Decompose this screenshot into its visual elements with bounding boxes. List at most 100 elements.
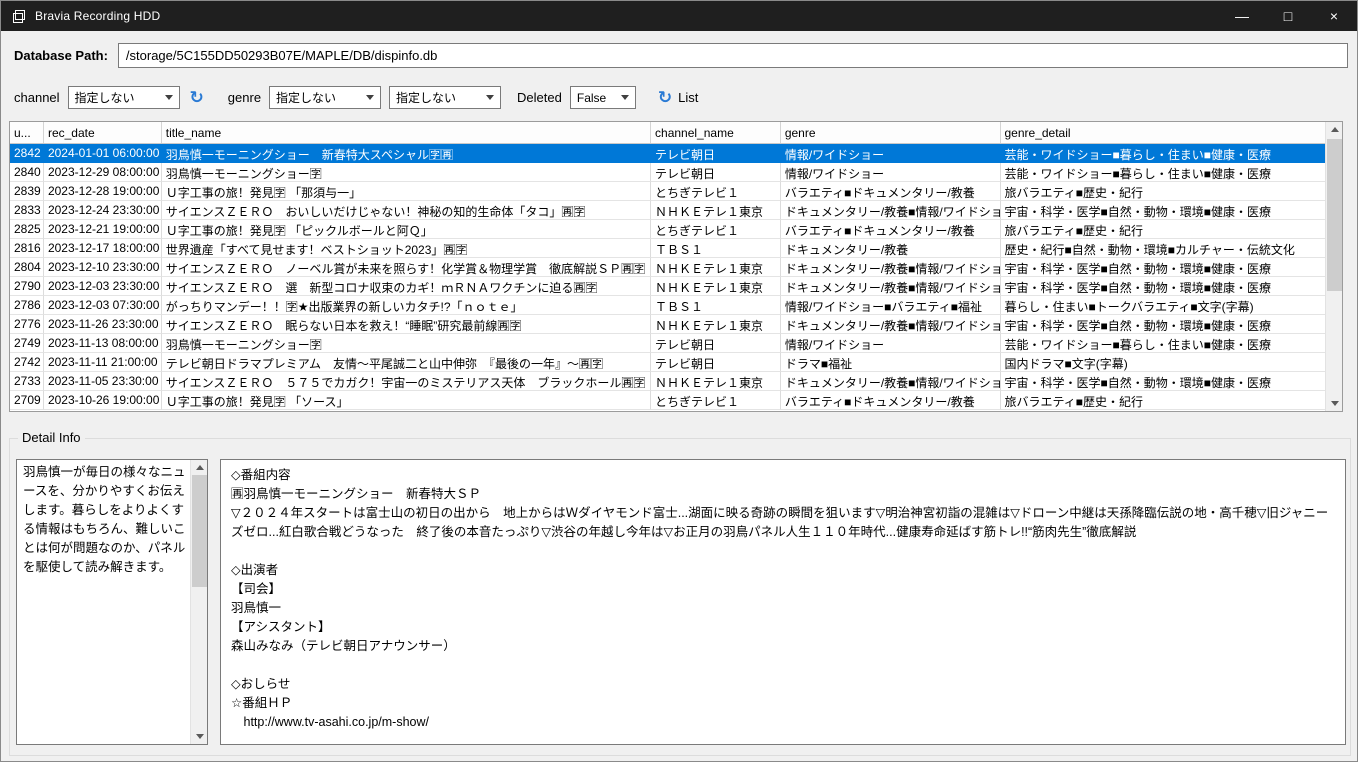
column-header-rec-date[interactable]: rec_date xyxy=(44,122,162,143)
table-row[interactable]: 2804 2023-12-10 23:30:00 サイエンスＺＥＲＯ ノーベル賞… xyxy=(10,258,1325,277)
cell-rec-date: 2023-12-28 19:00:00 xyxy=(43,182,162,201)
cell-title-name: テレビ朝日ドラマプレミアム 友情～平尾誠二と山中伸弥 『最後の一年』～🈞🈑 xyxy=(161,353,652,372)
table-row[interactable]: 2733 2023-11-05 23:30:00 サイエンスＺＥＲＯ ５７５でカ… xyxy=(10,372,1325,391)
cell-title-name: サイエンスＺＥＲＯ ノーベル賞が未来を照らす！化学賞＆物理学賞 徹底解説ＳＰ🈞🈑 xyxy=(161,258,652,277)
summary-textbox[interactable]: 羽鳥慎一が毎日の様々なニュースを、分かりやすくお伝えします。暮らしをよりよくする… xyxy=(16,459,208,745)
cell-channel-name: ＮＨＫＥテレ１東京 xyxy=(651,258,781,277)
cell-rec-date: 2023-12-17 18:00:00 xyxy=(43,239,162,258)
column-header-genre[interactable]: genre xyxy=(781,122,1001,143)
scroll-up-icon[interactable] xyxy=(1326,122,1342,137)
cell-genre: ドラマ■福祉 xyxy=(780,353,1001,372)
cell-genre: ドキュメンタリー/教養 xyxy=(780,239,1001,258)
cell-genre-detail: 宇宙・科学・医学■自然・動物・環境■健康・医療 xyxy=(1000,277,1325,296)
column-header-genre-detail[interactable]: genre_detail xyxy=(1001,122,1326,143)
cell-genre-detail: 宇宙・科学・医学■自然・動物・環境■健康・医療 xyxy=(1000,258,1325,277)
cell-genre: ドキュメンタリー/教養■情報/ワイドショー xyxy=(780,315,1001,334)
database-path-input[interactable]: /storage/5C155DD50293B07E/MAPLE/DB/dispi… xyxy=(117,43,1348,68)
database-path-row: Database Path: /storage/5C155DD50293B07E… xyxy=(14,43,1348,68)
table-body: 2842 2024-01-01 06:00:00 羽鳥慎一モーニングショー 新春… xyxy=(10,144,1325,411)
cell-rec-date: 2023-12-03 23:30:00 xyxy=(43,277,162,296)
summary-scrollbar-thumb[interactable] xyxy=(192,475,207,587)
cell-channel-name: ＮＨＫＥテレ１東京 xyxy=(651,315,781,334)
scroll-up-icon[interactable] xyxy=(191,460,208,475)
table-row[interactable]: 2786 2023-12-03 07:30:00 がっちりマンデー！！🈑★出版業… xyxy=(10,296,1325,315)
list-button[interactable]: ↻ List xyxy=(658,89,698,106)
scroll-down-icon[interactable] xyxy=(191,729,208,744)
cell-genre-detail: 旅バラエティ■歴史・紀行 xyxy=(1000,182,1325,201)
cell-uid: 2833 xyxy=(10,201,44,220)
cell-title-name: Ｕ字工事の旅！発見🈑 「ピックルボールと阿Ｑ」 xyxy=(161,220,652,239)
cell-genre: ドキュメンタリー/教養■情報/ワイドショー xyxy=(780,258,1001,277)
window-controls: — □ × xyxy=(1219,1,1357,31)
cell-title-name: サイエンスＺＥＲＯ ５７５でカガク！宇宙一のミステリアス天体 ブラックホール🈞🈑 xyxy=(161,372,652,391)
cell-genre: 情報/ワイドショー xyxy=(780,334,1001,353)
cell-rec-date: 2023-11-26 23:30:00 xyxy=(43,315,162,334)
detail-info-group: Detail Info 羽鳥慎一が毎日の様々なニュースを、分かりやすくお伝えしま… xyxy=(9,430,1351,756)
description-text: ◇番組内容 🈞羽鳥慎一モーニングショー 新春特大ＳＰ ▽２０２４年スタートは富士… xyxy=(231,468,1329,729)
cell-channel-name: ＮＨＫＥテレ１東京 xyxy=(651,201,781,220)
table-row[interactable]: 2776 2023-11-26 23:30:00 サイエンスＺＥＲＯ 眠らない日… xyxy=(10,315,1325,334)
cell-title-name: サイエンスＺＥＲＯ おいしいだけじゃない！神秘の知的生命体「タコ」🈞🈑 xyxy=(161,201,652,220)
description-textbox[interactable]: ◇番組内容 🈞羽鳥慎一モーニングショー 新春特大ＳＰ ▽２０２４年スタートは富士… xyxy=(220,459,1346,745)
cell-uid: 2749 xyxy=(10,334,44,353)
channel-select[interactable]: 指定しない xyxy=(67,86,180,109)
chevron-down-icon xyxy=(620,95,629,100)
cell-genre-detail: 芸能・ワイドショー■暮らし・住まい■健康・医療 xyxy=(1000,163,1325,182)
cell-rec-date: 2023-12-10 23:30:00 xyxy=(43,258,162,277)
list-button-label: List xyxy=(678,90,699,105)
table-row[interactable]: 2825 2023-12-21 19:00:00 Ｕ字工事の旅！発見🈑 「ピック… xyxy=(10,220,1325,239)
cell-genre: ドキュメンタリー/教養■情報/ワイドショー xyxy=(780,372,1001,391)
table-row[interactable]: 2833 2023-12-24 23:30:00 サイエンスＺＥＲＯ おいしいだ… xyxy=(10,201,1325,220)
cell-uid: 2742 xyxy=(10,353,44,372)
scroll-down-icon[interactable] xyxy=(1326,396,1342,411)
cell-channel-name: テレビ朝日 xyxy=(651,163,781,182)
table-header-row: u... rec_date title_name channel_name ge… xyxy=(10,122,1325,144)
cell-rec-date: 2023-12-03 07:30:00 xyxy=(43,296,162,315)
table-row[interactable]: 2840 2023-12-29 08:00:00 羽鳥慎一モーニングショー🈑 テ… xyxy=(10,163,1325,182)
recordings-table: u... rec_date title_name channel_name ge… xyxy=(9,121,1343,412)
cell-channel-name: とちぎテレビ１ xyxy=(651,391,781,410)
cell-title-name: 世界遺産「すべて見せます！ベストショット2023」🈞🈑 xyxy=(161,239,652,258)
genre-select[interactable]: 指定しない xyxy=(269,86,382,109)
cell-title-name: サイエンスＺＥＲＯ 眠らない日本を救え！“睡眠”研究最前線🈞🈑 xyxy=(161,315,652,334)
cell-rec-date: 2023-11-05 23:30:00 xyxy=(43,372,162,391)
detail-info-label: Detail Info xyxy=(18,430,85,445)
genre-detail-select-value: 指定しない xyxy=(396,91,457,105)
list-refresh-icon: ↻ xyxy=(657,88,673,107)
table-row[interactable]: 2709 2023-10-26 19:00:00 Ｕ字工事の旅！発見🈑 「ソース… xyxy=(10,391,1325,410)
channel-refresh-button[interactable]: ↻ xyxy=(190,89,204,106)
table-row[interactable]: 2742 2023-11-11 21:00:00 テレビ朝日ドラマプレミアム 友… xyxy=(10,353,1325,372)
table-row[interactable]: 2842 2024-01-01 06:00:00 羽鳥慎一モーニングショー 新春… xyxy=(10,144,1325,163)
cell-genre: 情報/ワイドショー xyxy=(780,144,1001,163)
window-title: Bravia Recording HDD xyxy=(35,9,161,23)
table-row[interactable]: 2839 2023-12-28 19:00:00 Ｕ字工事の旅！発見🈑 「那須与… xyxy=(10,182,1325,201)
cell-channel-name: ＴＢＳ１ xyxy=(651,296,781,315)
close-button[interactable]: × xyxy=(1311,1,1357,31)
cell-genre-detail: 国内ドラマ■文字(字幕) xyxy=(1000,353,1325,372)
cell-genre: バラエティ■ドキュメンタリー/教養 xyxy=(780,391,1001,410)
column-header-uid[interactable]: u... xyxy=(10,122,44,143)
cell-title-name: Ｕ字工事の旅！発見🈑 「那須与一」 xyxy=(161,182,652,201)
maximize-button[interactable]: □ xyxy=(1265,1,1311,31)
cell-uid: 2776 xyxy=(10,315,44,334)
deleted-select[interactable]: False xyxy=(569,86,636,109)
cell-genre: バラエティ■ドキュメンタリー/教養 xyxy=(780,220,1001,239)
cell-genre: ドキュメンタリー/教養■情報/ワイドショー xyxy=(780,201,1001,220)
table-row[interactable]: 2790 2023-12-03 23:30:00 サイエンスＺＥＲＯ 選 新型コ… xyxy=(10,277,1325,296)
grid-vertical-scrollbar[interactable] xyxy=(1325,122,1342,411)
chevron-down-icon xyxy=(366,95,375,100)
column-header-title-name[interactable]: title_name xyxy=(162,122,652,143)
summary-scrollbar[interactable] xyxy=(190,460,207,744)
table-row[interactable]: 2749 2023-11-13 08:00:00 羽鳥慎一モーニングショー🈑 テ… xyxy=(10,334,1325,353)
cell-title-name: サイエンスＺＥＲＯ 選 新型コロナ収束のカギ！ｍＲＮＡワクチンに迫る🈞🈑 xyxy=(161,277,652,296)
cell-uid: 2733 xyxy=(10,372,44,391)
minimize-button[interactable]: — xyxy=(1219,1,1265,31)
table-row[interactable]: 2816 2023-12-17 18:00:00 世界遺産「すべて見せます！ベス… xyxy=(10,239,1325,258)
genre-detail-select[interactable]: 指定しない xyxy=(389,86,502,109)
cell-channel-name: ＮＨＫＥテレ１東京 xyxy=(651,277,781,296)
cell-genre: 情報/ワイドショー■バラエティ■福祉 xyxy=(780,296,1001,315)
cell-uid: 2790 xyxy=(10,277,44,296)
grid-scrollbar-thumb[interactable] xyxy=(1327,139,1342,291)
cell-genre-detail: 宇宙・科学・医学■自然・動物・環境■健康・医療 xyxy=(1000,201,1325,220)
column-header-channel-name[interactable]: channel_name xyxy=(651,122,781,143)
